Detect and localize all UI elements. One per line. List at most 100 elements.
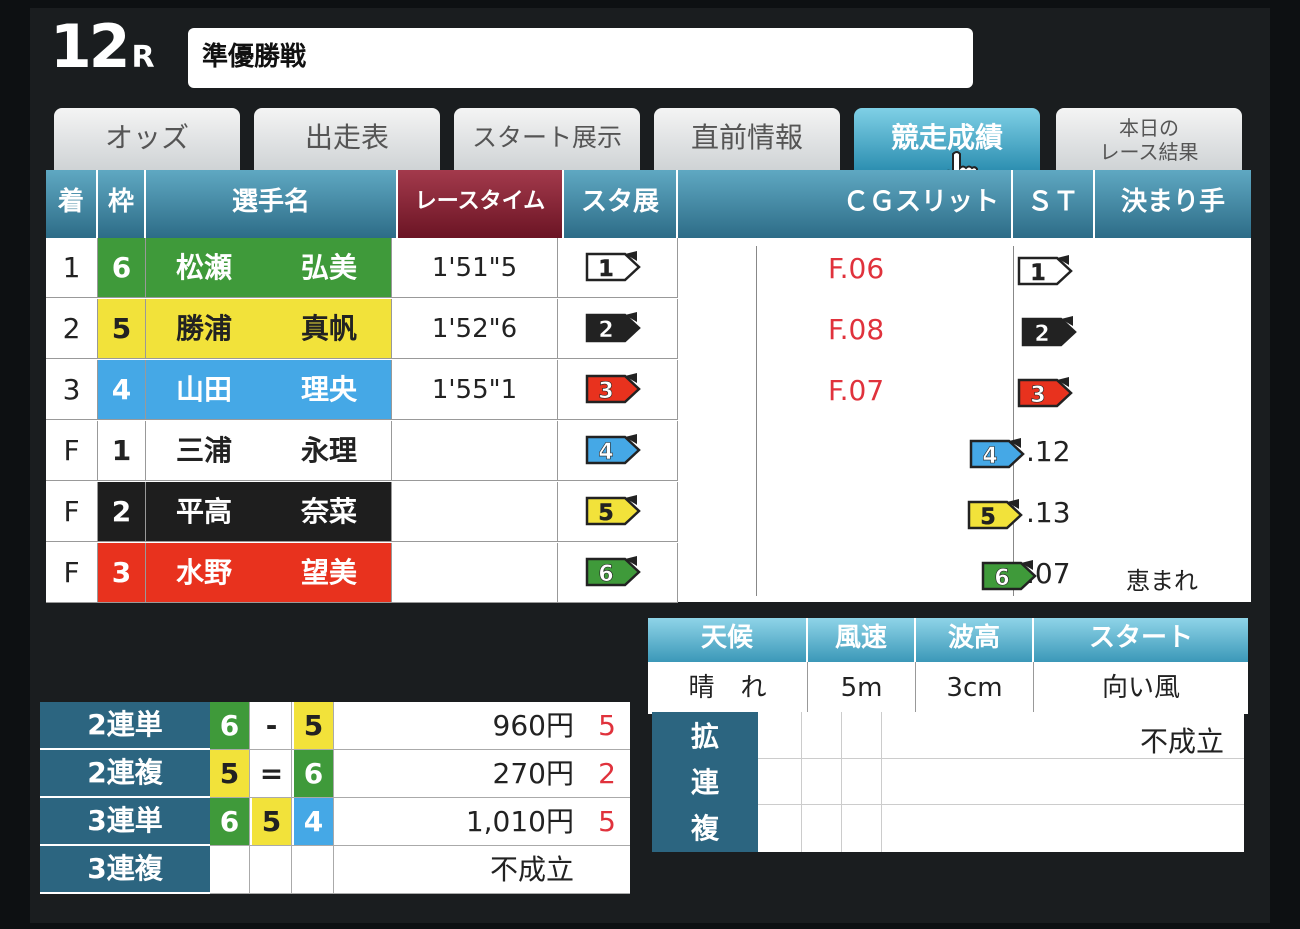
flying-time: F.06 bbox=[828, 252, 885, 285]
svg-text:2: 2 bbox=[1034, 322, 1049, 347]
kakurenpuku-panel: 拡 連 複 不成立 bbox=[652, 712, 1244, 852]
start-exhibition-cell: 3 bbox=[558, 360, 678, 420]
racer-name: 勝浦 真帆 bbox=[146, 299, 392, 359]
header-race-time: レースタイム bbox=[398, 170, 564, 238]
bet-type-label: 3連複 bbox=[40, 846, 210, 894]
payout-amount: 不成立 bbox=[489, 853, 574, 886]
tab-bar: オッズ 出走表 スタート展示 直前情報 競走成績 本日の レース結果 bbox=[54, 108, 1249, 170]
cg-slit-area: 1 F.06 2 F.08 3 F.07 4 .12 5 .13 6 .07 恵まれ bbox=[678, 238, 1251, 602]
combination-box: 4 bbox=[294, 798, 334, 845]
race-time bbox=[392, 421, 558, 481]
frame-number: 6 bbox=[98, 238, 146, 298]
popularity-rank: 5 bbox=[598, 805, 616, 838]
finish-position: 3 bbox=[46, 360, 98, 420]
payout-table: 2連単 6-5 960円 5 2連複 5 = 6 270円 2 3連単 6 5 4 1,010円 5 3連複 不成… bbox=[40, 702, 630, 894]
finish-position: F bbox=[46, 543, 98, 603]
race-time bbox=[392, 482, 558, 542]
start-exhibition-cell: 4 bbox=[558, 421, 678, 481]
start-exhibition-cell: 2 bbox=[558, 299, 678, 359]
wave-height-header: 波高 bbox=[916, 618, 1034, 662]
finish-position: F bbox=[46, 482, 98, 542]
svg-text:1: 1 bbox=[1030, 261, 1045, 286]
boat-5-icon: 5 bbox=[585, 495, 641, 526]
kakurenpuku-value: 不成立 bbox=[1139, 725, 1224, 758]
combination-box: 6 bbox=[210, 798, 250, 845]
combination-box: 5 bbox=[210, 750, 250, 797]
svg-text:1: 1 bbox=[598, 257, 613, 282]
combination-box bbox=[252, 846, 292, 893]
table-row: 1 6 松瀬 弘美 1'51"5 1 bbox=[46, 238, 678, 298]
header-start-exhibition: スタ展 bbox=[564, 170, 678, 238]
boat-1-icon: 1 bbox=[585, 251, 641, 282]
table-row: F 2 平高 奈菜 5 bbox=[46, 482, 678, 542]
tab-start-exhibition[interactable]: スタート展示 bbox=[454, 108, 640, 170]
table-row: F 1 三浦 永理 4 bbox=[46, 421, 678, 481]
header-st: ＳＴ bbox=[1013, 170, 1095, 238]
payout-row: 3連複 不成立 bbox=[40, 846, 630, 894]
boat-2-icon: 2 bbox=[585, 312, 641, 343]
header-name: 選手名 bbox=[146, 170, 398, 238]
svg-text:3: 3 bbox=[598, 379, 613, 404]
start-exhibition-cell: 5 bbox=[558, 482, 678, 542]
table-row: F 3 水野 望美 6 bbox=[46, 543, 678, 603]
race-time bbox=[392, 543, 558, 603]
table-row: 3 4 山田 理央 1'55"1 3 bbox=[46, 360, 678, 420]
racer-name: 水野 望美 bbox=[146, 543, 392, 603]
weather-panel: 天候 風速 波高 スタート 晴 れ 5m 3cm 向い風 bbox=[648, 618, 1248, 714]
race-time: 1'52"6 bbox=[392, 299, 558, 359]
winning-move: 恵まれ bbox=[1126, 567, 1198, 595]
racer-name: 三浦 永理 bbox=[146, 421, 392, 481]
svg-text:5: 5 bbox=[598, 501, 613, 526]
weather-value: 晴 れ bbox=[648, 662, 808, 714]
svg-text:4: 4 bbox=[982, 444, 997, 469]
wave-height-value: 3cm bbox=[916, 662, 1034, 714]
svg-text:5: 5 bbox=[980, 505, 995, 530]
racer-name: 松瀬 弘美 bbox=[146, 238, 392, 298]
racer-first-name: 真帆 bbox=[301, 312, 358, 345]
frame-number: 4 bbox=[98, 360, 146, 420]
racer-first-name: 奈菜 bbox=[301, 495, 358, 528]
racer-last-name: 三浦 bbox=[176, 434, 233, 467]
table-row: 2 5 勝浦 真帆 1'52"6 2 bbox=[46, 299, 678, 359]
combination-box: 6 bbox=[294, 750, 334, 797]
race-title: 準優勝戦 bbox=[188, 28, 973, 88]
tab-odds[interactable]: オッズ bbox=[54, 108, 240, 170]
racer-first-name: 弘美 bbox=[301, 251, 358, 284]
tab-pre-race-info[interactable]: 直前情報 bbox=[654, 108, 840, 170]
header-cg-slit: ＣＧスリット bbox=[678, 170, 1013, 238]
racer-name: 平高 奈菜 bbox=[146, 482, 392, 542]
wind-speed-value: 5m bbox=[808, 662, 916, 714]
payout-row: 2連複 5 = 6 270円 2 bbox=[40, 750, 630, 798]
racer-name: 山田 理央 bbox=[146, 360, 392, 420]
slit-line bbox=[1013, 246, 1014, 596]
frame-number: 5 bbox=[98, 299, 146, 359]
race-number: 12 R bbox=[50, 12, 155, 82]
tab-entry-list[interactable]: 出走表 bbox=[254, 108, 440, 170]
slit-boat-1-icon: 1 bbox=[1017, 255, 1073, 286]
svg-text:2: 2 bbox=[598, 318, 613, 343]
svg-text:6: 6 bbox=[994, 566, 1009, 591]
tab-todays-results[interactable]: 本日の レース結果 bbox=[1056, 108, 1242, 170]
payout-amount: 270円 bbox=[492, 757, 574, 790]
race-time: 1'55"1 bbox=[392, 360, 558, 420]
header-position: 着 bbox=[46, 170, 98, 238]
start-wind-header: スタート bbox=[1034, 618, 1248, 662]
flying-time: F.08 bbox=[828, 313, 885, 346]
racer-last-name: 勝浦 bbox=[176, 312, 233, 345]
racer-last-name: 山田 bbox=[176, 373, 233, 406]
combination-box: 5 bbox=[252, 798, 292, 845]
wind-speed-header: 風速 bbox=[808, 618, 916, 662]
finish-position: F bbox=[46, 421, 98, 481]
racer-last-name: 松瀬 bbox=[176, 251, 233, 284]
combination-box: 5 bbox=[294, 702, 334, 749]
frame-number: 2 bbox=[98, 482, 146, 542]
popularity-rank: 2 bbox=[598, 757, 616, 790]
finish-position: 1 bbox=[46, 238, 98, 298]
results-table: 着 枠 選手名 レースタイム スタ展 ＣＧスリット ＳＴ 決まり手 1 6 松瀬 弘美… bbox=[46, 170, 1251, 603]
boat-4-icon: 4 bbox=[585, 434, 641, 465]
payout-row: 2連単 6-5 960円 5 bbox=[40, 702, 630, 750]
racer-first-name: 望美 bbox=[301, 556, 358, 589]
combination-box: 6 bbox=[210, 702, 250, 749]
start-timing: .07 bbox=[1026, 557, 1071, 590]
payout-row: 3連単 6 5 4 1,010円 5 bbox=[40, 798, 630, 846]
